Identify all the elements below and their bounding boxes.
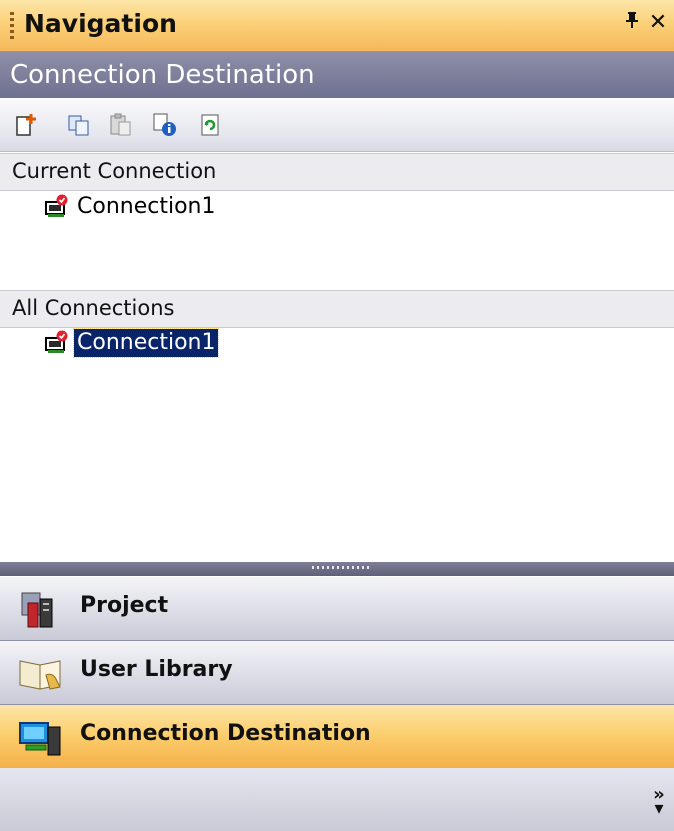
all-connections-header: All Connections — [0, 290, 674, 328]
copy-icon[interactable] — [66, 111, 92, 139]
connection-toolbar — [0, 99, 674, 152]
nav-button-project[interactable]: Project — [0, 577, 674, 641]
project-icon — [21, 592, 53, 628]
drag-grip-icon[interactable] — [10, 12, 14, 42]
current-connection-item[interactable]: Connection1 — [44, 191, 218, 223]
pane-splitter[interactable] — [0, 562, 674, 576]
tree-item-label: Connection1 — [72, 328, 220, 358]
navigation-titlebar[interactable]: Navigation ✕ — [0, 0, 674, 52]
all-connections-item[interactable]: Connection1 — [44, 327, 220, 359]
pin-icon[interactable] — [620, 8, 644, 38]
connection-icon — [45, 330, 68, 353]
connection-destination-icon — [19, 722, 61, 756]
close-icon[interactable]: ✕ — [646, 8, 670, 38]
nav-button-label: Project — [80, 593, 169, 618]
section-title: Connection Destination — [10, 60, 315, 90]
properties-icon[interactable] — [152, 111, 178, 139]
user-library-icon — [19, 660, 61, 690]
all-connections-label: All Connections — [12, 296, 175, 320]
nav-button-connection-destination[interactable]: Connection Destination — [0, 705, 674, 769]
splitter-grip-icon — [312, 566, 372, 569]
nav-button-user-library[interactable]: User Library — [0, 641, 674, 705]
current-connection-header: Current Connection — [0, 153, 674, 191]
navigation-footer: » ▾ — [0, 768, 674, 831]
nav-button-label: Connection Destination — [80, 721, 371, 746]
navigation-pane: Navigation ✕ Connection Destination Curr… — [0, 0, 674, 831]
chevron-more-icon[interactable]: » ▾ — [650, 786, 668, 818]
nav-button-label: User Library — [80, 657, 233, 682]
connection-icon — [45, 194, 68, 217]
tree-item-label: Connection1 — [77, 194, 216, 219]
window-title: Navigation — [24, 9, 177, 38]
paste-icon[interactable] — [108, 111, 134, 139]
current-connection-label: Current Connection — [12, 159, 217, 183]
refresh-icon[interactable] — [198, 111, 224, 139]
section-header: Connection Destination — [0, 52, 674, 98]
new-connection-icon[interactable] — [14, 111, 40, 139]
